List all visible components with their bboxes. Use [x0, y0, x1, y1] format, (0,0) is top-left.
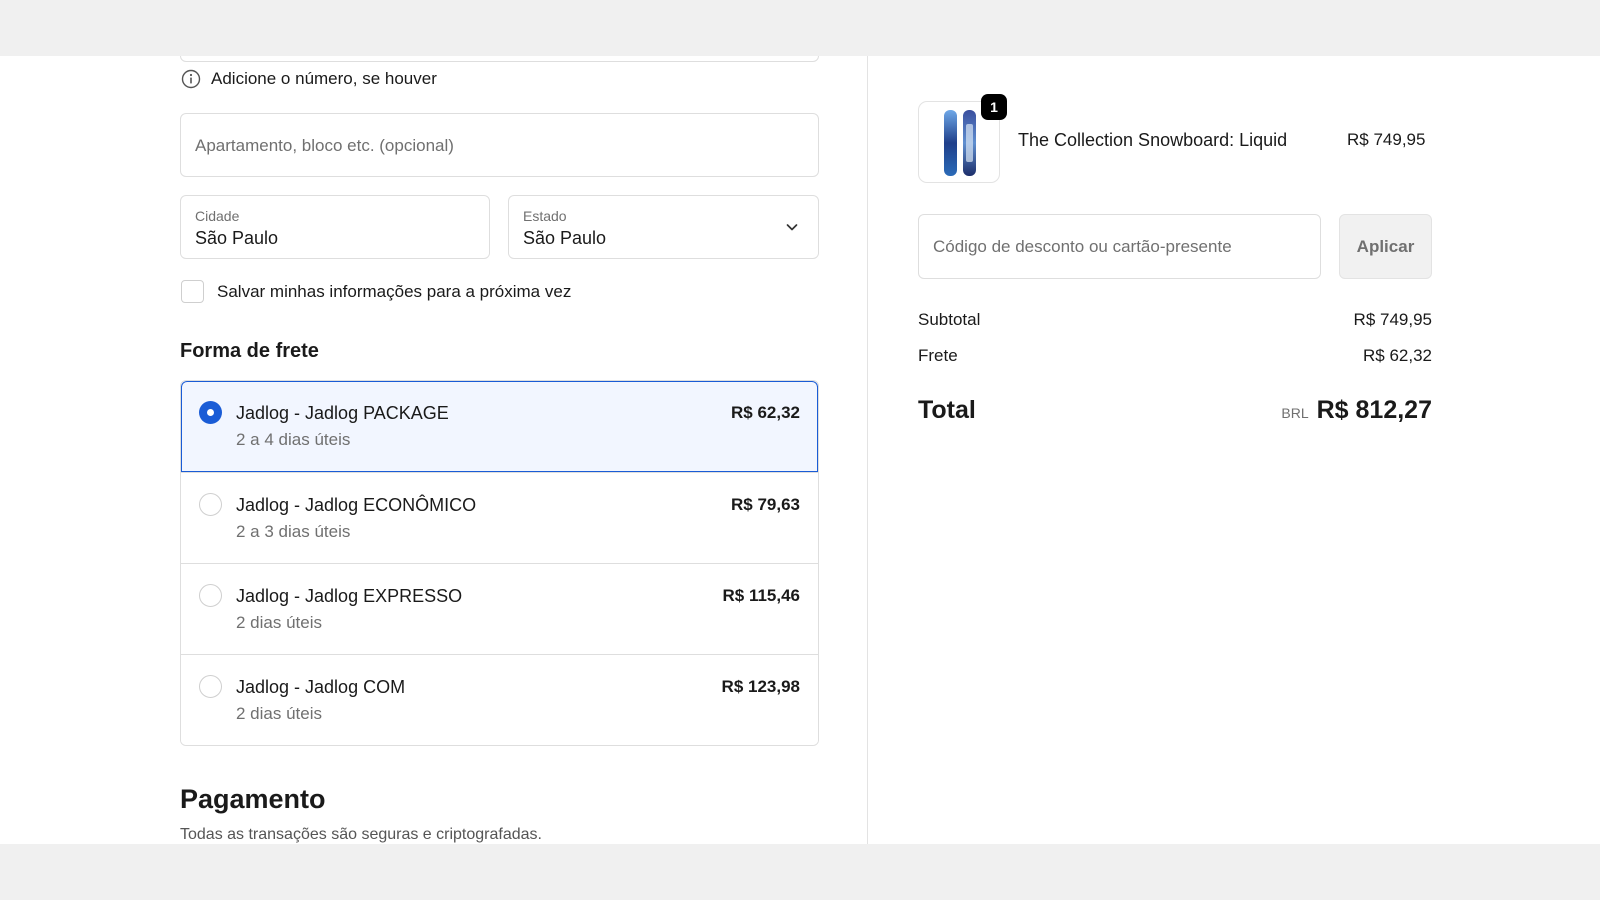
shipping-option-name: Jadlog - Jadlog PACKAGE — [236, 403, 449, 423]
discount-code-input[interactable]: Código de desconto ou cartão-presente — [918, 214, 1321, 279]
city-input[interactable]: Cidade São Paulo — [180, 195, 490, 259]
checkout-page: Adicione o número, se houver Apartamento… — [0, 56, 1600, 844]
shipping-option-com[interactable]: Jadlog - Jadlog COM 2 dias úteis R$ 123,… — [181, 654, 818, 745]
save-info-checkbox[interactable] — [181, 280, 204, 303]
shipping-value: R$ 62,32 — [1363, 346, 1432, 365]
shipping-option-expresso[interactable]: Jadlog - Jadlog EXPRESSO 2 dias úteis R$… — [181, 563, 818, 654]
total-row: Total BRL R$ 812,27 — [918, 396, 1432, 436]
state-label: Estado — [523, 208, 567, 224]
state-select[interactable]: Estado São Paulo — [508, 195, 819, 259]
shipping-option-name: Jadlog - Jadlog ECONÔMICO — [236, 495, 477, 515]
shipping-option-name: Jadlog - Jadlog COM — [236, 677, 406, 697]
shipping-option-economico[interactable]: Jadlog - Jadlog ECONÔMICO 2 a 3 dias úte… — [181, 472, 818, 563]
apply-discount-button[interactable]: Aplicar — [1339, 214, 1432, 279]
shipping-option-name: Jadlog - Jadlog EXPRESSO — [236, 586, 463, 606]
shipping-radio[interactable] — [199, 584, 222, 607]
shipping-radio-selected[interactable] — [199, 401, 222, 424]
total-amount-group: BRL R$ 812,27 — [1281, 396, 1432, 425]
shipping-radio[interactable] — [199, 493, 222, 516]
total-amount: R$ 812,27 — [1316, 396, 1432, 424]
shipping-option-price: R$ 115,46 — [722, 586, 800, 605]
shipping-option-days: 2 dias úteis — [236, 704, 322, 723]
currency-code: BRL — [1281, 405, 1309, 421]
checkout-form-column: Adicione o número, se houver Apartamento… — [0, 56, 868, 844]
shipping-row: Frete R$ 62,32 — [918, 346, 1432, 366]
payment-section-title: Pagamento — [180, 784, 326, 814]
city-label: Cidade — [195, 208, 240, 224]
total-label: Total — [918, 396, 976, 424]
shipping-options: Jadlog - Jadlog PACKAGE 2 a 4 dias úteis… — [180, 380, 819, 746]
shipping-option-package[interactable]: Jadlog - Jadlog PACKAGE 2 a 4 dias úteis… — [181, 381, 818, 472]
save-info-label: Salvar minhas informações para a próxima… — [217, 281, 572, 301]
state-value: São Paulo — [523, 228, 607, 248]
shipping-option-price: R$ 79,63 — [731, 495, 800, 514]
subtotal-label: Subtotal — [918, 310, 981, 329]
payment-subtitle: Todas as transações são seguras e cripto… — [180, 826, 542, 843]
chevron-down-icon — [786, 224, 798, 231]
quantity-badge: 1 — [981, 94, 1007, 120]
subtotal-row: Subtotal R$ 749,95 — [918, 310, 1432, 330]
product-name: The Collection Snowboard: Liquid — [1018, 130, 1288, 150]
apartment-input[interactable]: Apartamento, bloco etc. (opcional) — [180, 113, 819, 177]
discount-placeholder: Código de desconto ou cartão-presente — [933, 237, 1232, 256]
address-number-hint: Adicione o número, se houver — [181, 69, 437, 89]
save-info-row[interactable]: Salvar minhas informações para a próxima… — [181, 280, 571, 303]
shipping-label: Frete — [918, 346, 958, 365]
shipping-option-price: R$ 123,98 — [721, 677, 800, 696]
shipping-option-days: 2 dias úteis — [236, 613, 322, 632]
shipping-section-title: Forma de frete — [180, 340, 319, 362]
address-number-hint-text: Adicione o número, se houver — [211, 69, 437, 88]
info-icon — [181, 69, 201, 89]
order-summary: 1 The Collection Snowboard: Liquid R$ 74… — [869, 56, 1600, 844]
product-price: R$ 749,95 — [1347, 130, 1426, 149]
city-value: São Paulo — [195, 228, 279, 248]
shipping-option-days: 2 a 4 dias úteis — [236, 430, 351, 449]
shipping-option-price: R$ 62,32 — [731, 403, 800, 422]
apartment-placeholder: Apartamento, bloco etc. (opcional) — [195, 136, 454, 155]
cart-line-item: 1 The Collection Snowboard: Liquid R$ 74… — [918, 94, 1438, 183]
shipping-radio[interactable] — [199, 675, 222, 698]
address-field[interactable] — [180, 56, 819, 62]
subtotal-value: R$ 749,95 — [1353, 310, 1432, 329]
shipping-option-days: 2 a 3 dias úteis — [236, 522, 351, 541]
